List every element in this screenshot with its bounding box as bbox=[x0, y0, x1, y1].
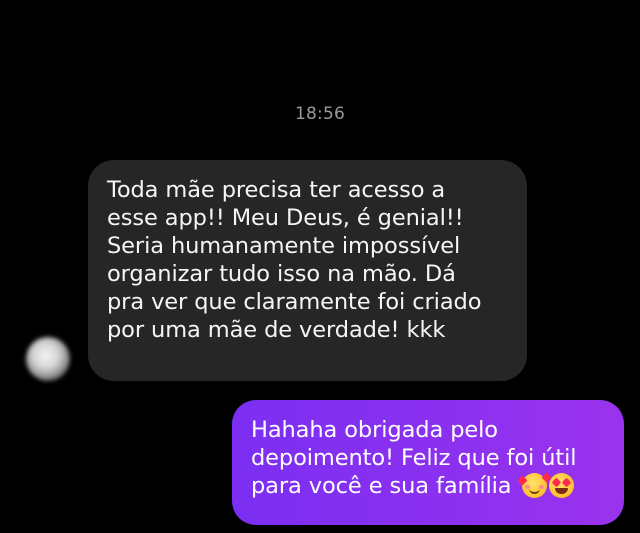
outgoing-message-bubble[interactable]: Hahaha obrigada pelo depoimento! Feliz q… bbox=[232, 400, 624, 525]
message-line: Toda mãe precisa ter acesso a bbox=[107, 177, 446, 203]
message-line: Seria humanamente impossível bbox=[107, 233, 461, 259]
smiling-face-with-hearts-icon bbox=[521, 473, 547, 498]
message-line: Hahaha obrigada pelo bbox=[251, 417, 498, 443]
message-line: depoimento! Feliz que foi útil bbox=[251, 445, 577, 471]
message-line-with-emojis: para você e sua família bbox=[251, 472, 614, 500]
message-line: esse app!! Meu Deus, é genial!! bbox=[107, 205, 464, 231]
sender-avatar[interactable] bbox=[26, 337, 70, 381]
incoming-message-bubble[interactable]: Toda mãe precisa ter acesso a esse app!!… bbox=[88, 160, 527, 381]
message-line-text: para você e sua família bbox=[251, 473, 512, 499]
heart-eyes-icon bbox=[548, 473, 574, 498]
message-line: por uma mãe de verdade! kkk bbox=[107, 317, 446, 343]
message-timestamp: 18:56 bbox=[295, 104, 345, 124]
message-line: organizar tudo isso na mão. Dá bbox=[107, 261, 456, 287]
message-line: pra ver que claramente foi criado bbox=[107, 289, 482, 315]
